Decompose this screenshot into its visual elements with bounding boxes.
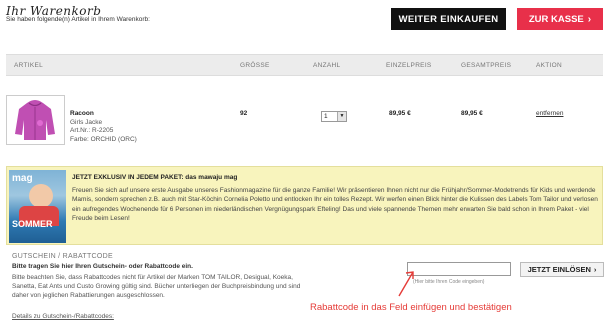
- header-size: GRÖSSE: [240, 62, 270, 69]
- product-info: Racoon Girls Jacke Art.Nr.: R-2205 Farbe…: [70, 110, 137, 144]
- unit-price: 89,95 €: [389, 110, 411, 117]
- header-total-price: GESAMTPREIS: [461, 62, 512, 69]
- product-color: Farbe: ORCHID (ORC): [70, 135, 137, 143]
- product-name: Racoon: [70, 110, 94, 117]
- header-action: AKTION: [536, 62, 562, 69]
- annotation-arrow-icon: [398, 271, 414, 297]
- voucher-input-hint: (Hier bitte Ihren Code eingeben): [413, 279, 485, 285]
- header-article: ARTIKEL: [14, 62, 44, 69]
- cover-title: mag: [12, 173, 33, 184]
- quantity-value: 1: [324, 113, 328, 120]
- continue-shopping-button[interactable]: WEITER EINKAUFEN: [391, 8, 506, 30]
- voucher-note: Bitte beachten Sie, dass Rabattcodes nic…: [12, 274, 301, 299]
- cart-item-row: Racoon Girls Jacke Art.Nr.: R-2205 Farbe…: [6, 90, 603, 160]
- cover-label: SOMMER: [12, 219, 53, 229]
- checkout-button-label: ZUR KASSE: [528, 13, 584, 25]
- annotation-text: Rabattcode in das Feld einfügen und best…: [310, 302, 512, 313]
- promo-text: Freuen Sie sich auf unsere erste Ausgabe…: [72, 187, 598, 223]
- voucher-code-input[interactable]: [407, 262, 511, 276]
- chevron-right-icon: ›: [587, 13, 592, 25]
- cart-subtitle: Sie haben folgende(n) Artikel in Ihrem W…: [6, 16, 150, 23]
- voucher-subtitle: Bitte tragen Sie hier Ihren Gutschein- o…: [12, 263, 193, 270]
- redeem-code-button[interactable]: JETZT EINLÖSEN ›: [520, 262, 604, 277]
- voucher-details-link[interactable]: Details zu Gutschein-/Rabattcodes:: [12, 313, 114, 320]
- promo-banner: mag SOMMER JETZT EXKLUSIV IN JEDEM PAKET…: [6, 166, 603, 245]
- cart-table-header: ARTIKEL GRÖSSE ANZAHL EINZELPREIS GESAMT…: [6, 54, 603, 76]
- voucher-section-title: GUTSCHEIN / RABATTCODE: [12, 253, 113, 260]
- product-image[interactable]: [6, 95, 65, 145]
- total-price: 89,95 €: [461, 110, 483, 117]
- cover-figure: [29, 184, 53, 208]
- checkout-button[interactable]: ZUR KASSE ›: [517, 8, 603, 30]
- remove-item-link[interactable]: entfernen: [536, 110, 563, 117]
- header-quantity: ANZAHL: [313, 62, 341, 69]
- product-size: 92: [240, 110, 248, 117]
- quantity-select[interactable]: 1 ▼: [321, 111, 347, 122]
- product-type: Girls Jacke: [70, 118, 103, 126]
- promo-title: JETZT EXKLUSIV IN JEDEM PAKET: das mawaj…: [72, 174, 238, 181]
- header-unit-price: EINZELPREIS: [386, 62, 432, 69]
- dropdown-arrow-icon: ▼: [337, 112, 346, 121]
- redeem-button-label: JETZT EINLÖSEN: [527, 265, 591, 274]
- magazine-cover-image: mag SOMMER: [9, 170, 66, 243]
- article-number: Art.Nr.: R-2205: [70, 127, 114, 135]
- chevron-right-icon: ›: [593, 265, 597, 274]
